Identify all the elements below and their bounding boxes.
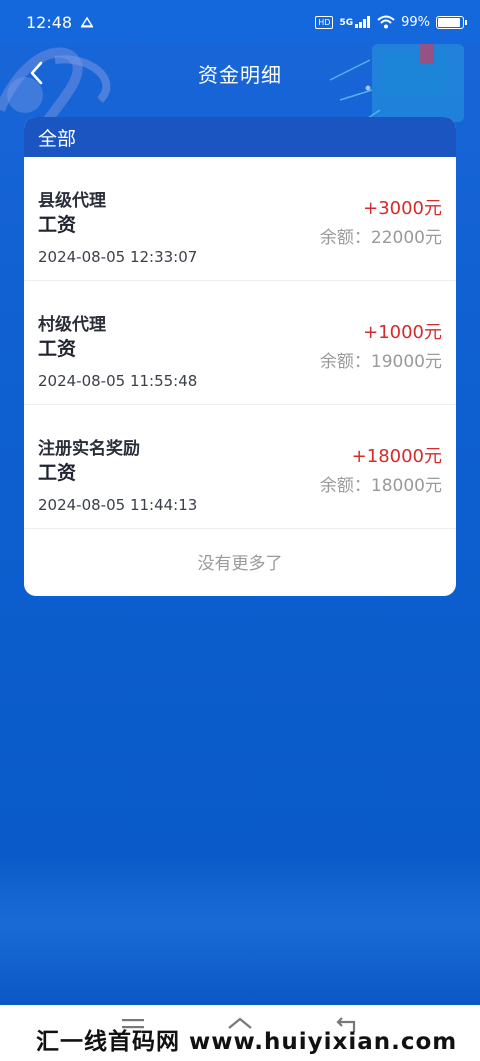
nav-bar: 资金明细 <box>0 44 480 102</box>
no-more-text: 没有更多了 <box>197 554 283 574</box>
record-type: 村级代理 <box>38 315 106 335</box>
tab-all-label: 全部 <box>38 127 77 150</box>
hd-badge: HD <box>315 15 334 29</box>
hd-badge-label: HD <box>318 17 331 27</box>
record-balance: 余额：18000元 <box>319 476 442 496</box>
record-time: 2024-08-05 11:55:48 <box>38 372 198 390</box>
record-amount: +3000元 <box>363 198 442 219</box>
page-title: 资金明细 <box>198 62 282 87</box>
record-type: 注册实名奖励 <box>38 439 140 459</box>
status-bar: 12:48 HD 5G 99% <box>0 0 480 44</box>
list-item[interactable]: 县级代理 工资 2024-08-05 12:33:07 +3000元 余额：22… <box>24 157 456 281</box>
back-button[interactable] <box>22 58 50 88</box>
record-amount: +1000元 <box>363 322 442 343</box>
record-category: 工资 <box>38 462 77 484</box>
app-screen: 12:48 HD 5G 99% 资金明细 全部 县级代理 工资 2024-08-… <box>0 0 480 1005</box>
battery-icon <box>436 15 467 29</box>
record-type: 县级代理 <box>38 191 106 211</box>
record-balance: 余额：19000元 <box>319 352 442 372</box>
battery-percent: 99% <box>401 14 430 30</box>
record-time: 2024-08-05 12:33:07 <box>38 248 198 266</box>
list-item[interactable]: 村级代理 工资 2024-08-05 11:55:48 +1000元 余额：19… <box>24 281 456 405</box>
network-type: 5G <box>339 16 371 28</box>
network-type-label: 5G <box>339 18 354 28</box>
signal-icon <box>355 16 371 28</box>
record-category: 工资 <box>38 214 77 236</box>
status-time: 12:48 <box>26 12 73 32</box>
record-balance: 余额：22000元 <box>319 228 442 248</box>
notification-icon <box>80 16 94 28</box>
watermark-text: 汇一线首码网 www.huiyixian.com <box>36 1029 458 1055</box>
record-amount: +18000元 <box>351 446 442 467</box>
fund-details-card: 全部 县级代理 工资 2024-08-05 12:33:07 +3000元 余额… <box>24 117 456 596</box>
chevron-left-icon <box>30 61 43 85</box>
record-time: 2024-08-05 11:44:13 <box>38 496 198 514</box>
wifi-icon <box>377 15 395 29</box>
tab-all[interactable]: 全部 <box>24 117 456 157</box>
record-category: 工资 <box>38 338 77 360</box>
list-item[interactable]: 注册实名奖励 工资 2024-08-05 11:44:13 +18000元 余额… <box>24 405 456 529</box>
